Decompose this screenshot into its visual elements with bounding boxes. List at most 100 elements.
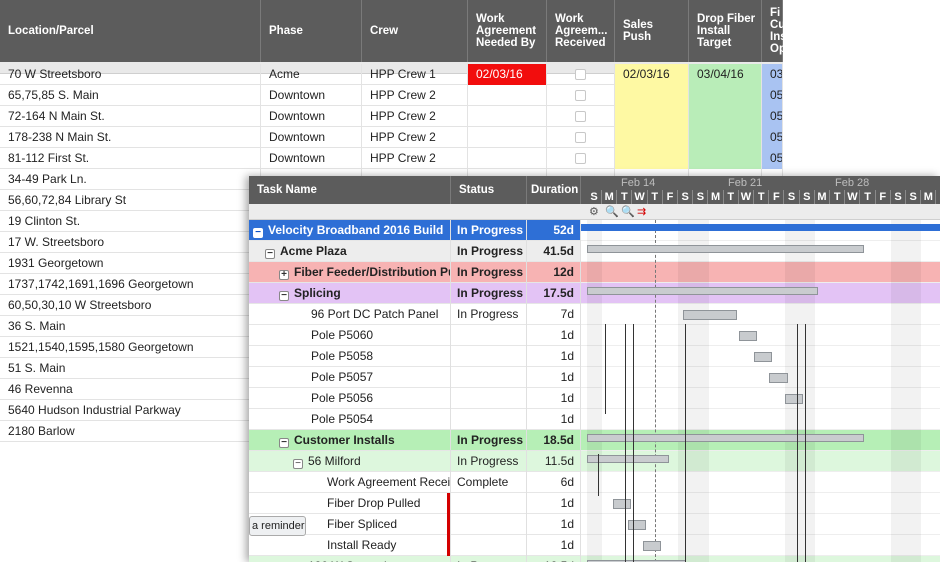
received-checkbox[interactable] xyxy=(575,132,586,143)
task-name-cell[interactable]: Work Agreement Received xyxy=(249,472,451,493)
summary-bar[interactable] xyxy=(587,455,670,463)
task-row[interactable]: Work Agreement ReceivedComplete6d xyxy=(249,472,581,493)
cell-location: 70 W Streetsboro xyxy=(0,64,261,85)
received-checkbox[interactable] xyxy=(575,90,586,101)
cell-received[interactable] xyxy=(547,106,615,127)
task-row[interactable]: −56 Milford In Progress 11.5d xyxy=(249,451,581,472)
cell-phase: Downtown xyxy=(261,106,362,127)
table-row[interactable]: 81-112 First St.DowntownHPP Crew 2 05/ xyxy=(0,148,783,169)
column-header-1[interactable]: Phase xyxy=(261,0,362,62)
task-name-cell[interactable]: Fiber Drop Pulled xyxy=(249,493,451,514)
column-header-duration[interactable]: Duration xyxy=(527,176,581,204)
task-row[interactable]: Pole P5057 1d xyxy=(249,367,581,388)
week-label: Feb 21 xyxy=(728,177,763,189)
task-row[interactable]: − Splicing In Progress 17.5d xyxy=(249,283,581,304)
collapse-icon[interactable]: − xyxy=(253,228,263,238)
task-row[interactable]: − Acme Plaza In Progress 41.5d xyxy=(249,241,581,262)
task-name-cell[interactable]: Pole P5060 xyxy=(249,325,451,346)
task-name-cell[interactable]: Install Ready xyxy=(249,535,451,556)
column-header-0[interactable]: Location/Parcel xyxy=(0,0,261,62)
task-name-cell[interactable]: Pole P5054 xyxy=(249,409,451,430)
cell-needed_by xyxy=(468,148,547,169)
summary-bar[interactable] xyxy=(587,287,819,295)
gear-icon[interactable]: ⚙ xyxy=(589,204,599,220)
column-header-task-name[interactable]: Task Name xyxy=(249,176,451,204)
cell-sales_push: 02/03/16 xyxy=(615,64,689,85)
task-name-cell[interactable]: − Velocity Broadband 2016 Build xyxy=(249,220,451,241)
column-header-3[interactable]: Work Agreement Needed By xyxy=(468,0,547,62)
task-bar[interactable] xyxy=(643,541,662,551)
cell-received[interactable] xyxy=(547,85,615,106)
column-header-status[interactable]: Status xyxy=(451,176,527,204)
table-row[interactable]: 72-164 N Main St.DowntownHPP Crew 2 05/ xyxy=(0,106,783,127)
task-status: In Progress xyxy=(451,430,527,451)
collapse-icon[interactable]: − xyxy=(279,291,289,301)
table-row[interactable]: 65,75,85 S. MainDowntownHPP Crew 2 05/ xyxy=(0,85,783,106)
cell-received[interactable] xyxy=(547,148,615,169)
task-row[interactable]: − Customer Installs In Progress 18.5d xyxy=(249,430,581,451)
task-bar[interactable] xyxy=(784,394,803,404)
task-bar[interactable] xyxy=(682,310,738,320)
task-bar[interactable] xyxy=(769,373,788,383)
column-header-2[interactable]: Crew xyxy=(362,0,468,62)
task-row[interactable]: Fiber Drop Pulled 1d xyxy=(249,493,581,514)
cell-crew: HPP Crew 1 xyxy=(362,64,468,85)
cell-received[interactable] xyxy=(547,127,615,148)
collapse-icon[interactable]: − xyxy=(279,438,289,448)
received-checkbox[interactable] xyxy=(575,153,586,164)
table-row[interactable]: 178-238 N Main St.DowntownHPP Crew 2 05/ xyxy=(0,127,783,148)
collapse-icon[interactable]: − xyxy=(265,249,275,259)
task-row[interactable]: + Fiber Feeder/Distribution Pull In Progre… xyxy=(249,262,581,283)
cell-location: 1931 Georgetown xyxy=(0,253,261,274)
project-bar[interactable] xyxy=(581,224,940,231)
task-row[interactable]: Pole P5058 1d xyxy=(249,346,581,367)
task-row[interactable]: Pole P5056 1d xyxy=(249,388,581,409)
received-checkbox[interactable] xyxy=(575,111,586,122)
flag-marker xyxy=(447,535,450,556)
task-bar[interactable] xyxy=(739,331,758,341)
task-name-cell[interactable]: − Acme Plaza xyxy=(249,241,451,262)
column-header-6[interactable]: Drop Fiber Install Target xyxy=(689,0,762,62)
expand-icon[interactable]: + xyxy=(279,270,289,280)
critical-path-icon[interactable]: ⇉ xyxy=(637,204,646,220)
task-row[interactable]: Install Ready 1d xyxy=(249,535,581,556)
app-window: Location/Parcel Phase Crew Work Agreement N… xyxy=(0,0,940,562)
task-bar[interactable] xyxy=(754,352,773,362)
zoom-out-icon[interactable]: 🔍 xyxy=(621,204,635,220)
task-name-cell[interactable]: −180 W Streetsboro xyxy=(249,556,451,562)
cell-crew: HPP Crew 2 xyxy=(362,127,468,148)
task-row[interactable]: − Velocity Broadband 2016 Build In Progres… xyxy=(249,220,581,241)
column-header-7[interactable]: Fi Cu Ins Op xyxy=(762,0,783,62)
zoom-in-icon[interactable]: 🔍 xyxy=(605,204,619,220)
reminder-button[interactable]: a reminder xyxy=(249,516,306,536)
task-name-cell[interactable]: −56 Milford xyxy=(249,451,451,472)
summary-bar[interactable] xyxy=(587,434,864,442)
task-row[interactable]: 96 Port DC Patch Panel In Progress 7d xyxy=(249,304,581,325)
column-header-5[interactable]: Sales Push xyxy=(615,0,689,62)
task-bar[interactable] xyxy=(612,499,632,509)
task-name: Pole P5057 xyxy=(311,370,374,384)
received-checkbox[interactable] xyxy=(575,69,586,80)
cell-crew: HPP Crew 2 xyxy=(362,106,468,127)
column-header-4[interactable]: Work Agreem... Received xyxy=(547,0,615,62)
task-row[interactable]: −180 W StreetsboroIn Progress12.5d xyxy=(249,556,581,562)
summary-bar[interactable] xyxy=(587,245,864,253)
task-name-cell[interactable]: Pole P5058 xyxy=(249,346,451,367)
cell-location: 178-238 N Main St. xyxy=(0,127,261,148)
cell-received[interactable] xyxy=(547,64,615,85)
dependency-line xyxy=(685,324,686,562)
task-name-cell[interactable]: Pole P5056 xyxy=(249,388,451,409)
task-name-cell[interactable]: + Fiber Feeder/Distribution Pull xyxy=(249,262,451,283)
table-row[interactable]: 70 W Streetsboro Acme HPP Crew 1 02/03/16 02… xyxy=(0,64,783,85)
task-name-cell[interactable]: − Splicing xyxy=(249,283,451,304)
task-name-cell[interactable]: Pole P5057 xyxy=(249,367,451,388)
collapse-icon[interactable]: − xyxy=(293,459,303,469)
weekend-shade xyxy=(906,220,922,562)
timeline-toolbar: ⚙ 🔍 🔍 ⇉ xyxy=(581,204,940,220)
task-bar[interactable] xyxy=(628,520,647,530)
task-row[interactable]: Pole P5060 1d xyxy=(249,325,581,346)
task-name-cell[interactable]: − Customer Installs xyxy=(249,430,451,451)
task-duration: 12d xyxy=(527,262,581,283)
task-name-cell[interactable]: 96 Port DC Patch Panel xyxy=(249,304,451,325)
task-row[interactable]: Pole P5054 1d xyxy=(249,409,581,430)
